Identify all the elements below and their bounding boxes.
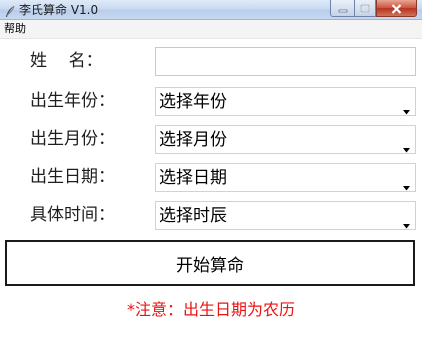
name-label: 姓 名： (30, 51, 103, 71)
birth-day-select[interactable]: 选择日期 (155, 163, 416, 192)
maximize-button[interactable] (354, 0, 376, 17)
birth-year-label: 出生年份： (30, 91, 115, 111)
chevron-down-icon (403, 138, 410, 153)
chevron-down-icon (403, 214, 410, 229)
birth-year-select[interactable]: 选择年份 (155, 87, 416, 116)
chevron-down-icon (403, 100, 410, 115)
birth-time-value: 选择时辰 (159, 206, 227, 226)
birth-time-select[interactable]: 选择时辰 (155, 201, 416, 230)
chevron-down-icon (403, 176, 410, 191)
birth-time-label: 具体时间： (30, 205, 115, 225)
birth-day-value: 选择日期 (159, 168, 227, 188)
feather-icon (4, 3, 16, 17)
menu-bar: 帮助 (0, 20, 422, 39)
start-fortune-label: 开始算命 (176, 255, 244, 276)
close-icon (391, 0, 402, 18)
birth-year-value: 选择年份 (159, 92, 227, 112)
birth-day-label: 出生日期： (30, 167, 115, 187)
close-button[interactable] (376, 0, 417, 17)
birth-month-select[interactable]: 选择月份 (155, 125, 416, 154)
minimize-button[interactable] (330, 0, 354, 17)
birth-month-label: 出生月份： (30, 129, 115, 149)
window-title: 李氏算命 V1.0 (19, 3, 99, 17)
minimize-icon (338, 0, 348, 18)
name-input[interactable] (155, 47, 416, 76)
menu-item-help[interactable]: 帮助 (2, 20, 28, 38)
maximize-icon (360, 0, 370, 18)
start-fortune-button[interactable]: 开始算命 (5, 240, 415, 286)
lunar-calendar-notice: *注意：出生日期为农历 (126, 300, 295, 319)
title-bar[interactable]: 李氏算命 V1.0 (0, 0, 422, 20)
birth-month-value: 选择月份 (159, 130, 227, 150)
